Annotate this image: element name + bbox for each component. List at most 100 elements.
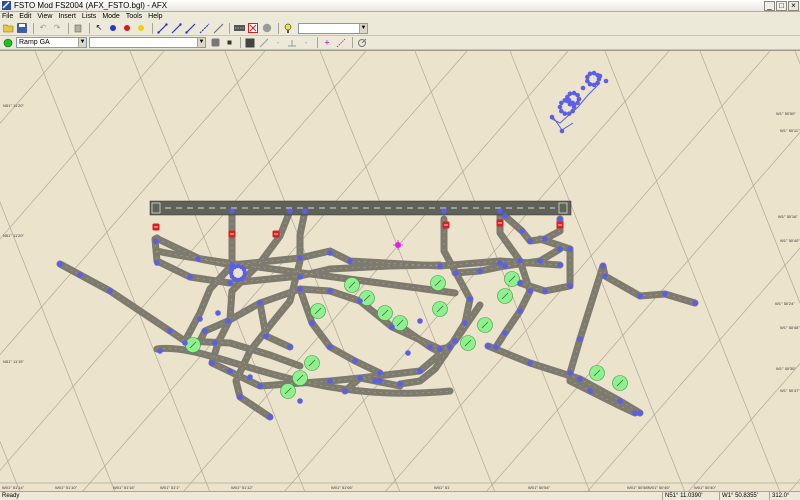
close-button[interactable]: ×: [788, 1, 799, 11]
lon-label: W01° 51'16": [113, 485, 136, 490]
chevron-down-icon[interactable]: ▼: [197, 38, 205, 47]
select-arrow-icon[interactable]: ↖: [93, 22, 105, 34]
dash-icon[interactable]: -: [272, 37, 284, 49]
taxi-node: [342, 388, 348, 394]
taxi-node: [497, 208, 503, 214]
taxi-node: [497, 260, 503, 266]
layer-combo[interactable]: ▼: [298, 22, 368, 34]
undo-icon[interactable]: ↶: [37, 22, 49, 34]
link-tool-2-icon[interactable]: [170, 22, 182, 34]
taxi-node: [212, 340, 218, 346]
lat-label: N51° 11'15": [3, 359, 24, 364]
grid-line: [789, 478, 800, 491]
taxi-node: [557, 246, 563, 252]
taxi-node: [502, 263, 508, 269]
taxi-node: [287, 344, 293, 350]
chevron-down-icon[interactable]: ▼: [78, 38, 86, 47]
menu-mode[interactable]: Mode: [102, 12, 120, 21]
taxi-node: [154, 260, 160, 266]
taxi-node: [57, 261, 63, 267]
airport-layout-map[interactable]: [0, 51, 800, 491]
dash-icon-2[interactable]: -: [300, 37, 312, 49]
maximize-button[interactable]: □: [776, 1, 787, 11]
helipad-node: [571, 102, 577, 108]
add-node-red-icon[interactable]: [121, 22, 133, 34]
lon-label: W01° 51'14": [2, 485, 25, 490]
taxiway-segment: [576, 262, 607, 343]
add-point-icon[interactable]: +: [321, 37, 333, 49]
small-square-icon[interactable]: [223, 37, 235, 49]
rotate-tool-icon[interactable]: [356, 37, 368, 49]
redo-icon[interactable]: ↷: [51, 22, 63, 34]
lon-label: W1° 50'50": [776, 111, 796, 116]
lon-label: W1° 50'47": [780, 388, 800, 393]
taxi-node: [352, 358, 358, 364]
taxi-node: [557, 262, 563, 268]
menu-edit[interactable]: Edit: [19, 12, 31, 21]
taxi-node: [227, 368, 233, 374]
grid-line: [183, 51, 569, 491]
dark-square-icon[interactable]: [244, 37, 256, 49]
taxi-node: [600, 263, 606, 269]
menu-insert[interactable]: Insert: [58, 12, 76, 21]
taxi-node: [427, 344, 433, 350]
lightbulb-icon[interactable]: [282, 22, 294, 34]
minimize-button[interactable]: _: [764, 1, 775, 11]
chevron-down-icon[interactable]: ▼: [359, 23, 367, 33]
lon-label: W01° 50'58": [627, 485, 650, 490]
status-bar: Ready N51° 11.0390' W1° 50.8355' 312.0°: [0, 491, 800, 500]
save-icon[interactable]: [16, 22, 28, 34]
menu-lists[interactable]: Lists: [82, 12, 96, 21]
taxi-node: [577, 376, 583, 382]
add-node-yellow-icon[interactable]: [135, 22, 147, 34]
menu-view[interactable]: View: [37, 12, 52, 21]
taxi-node: [347, 258, 353, 264]
taxiway-segment: [599, 262, 699, 307]
taxi-node: [153, 238, 159, 244]
taxi-node: [237, 394, 243, 400]
taxi-node: [517, 280, 523, 286]
menu-file[interactable]: File: [2, 12, 13, 21]
taxi-node: [297, 286, 303, 292]
grid-line: [486, 131, 800, 491]
taxi-node: [372, 378, 378, 384]
map-canvas[interactable]: N51° 11'20" N51° 11'20" N51° 11'15" W1° …: [0, 50, 800, 491]
grid-line: [385, 51, 771, 491]
turning-pad-node: [241, 267, 247, 272]
link-tool-1-icon[interactable]: [156, 22, 168, 34]
menu-tools[interactable]: Tools: [126, 12, 142, 21]
grid-line: [509, 51, 685, 491]
lon-label: W01° 50'54": [528, 485, 551, 490]
name-select[interactable]: ▼: [89, 37, 206, 48]
status-text: Ready: [2, 493, 20, 499]
taxi-node: [632, 410, 638, 416]
runway-tool-icon[interactable]: [233, 22, 245, 34]
grey-square-icon[interactable]: [209, 37, 221, 49]
link-points-icon[interactable]: [335, 37, 347, 49]
taxi-node: [327, 250, 333, 256]
link-tool-3-icon[interactable]: [184, 22, 196, 34]
taxi-node: [297, 398, 303, 404]
taxi-node: [602, 273, 608, 279]
menu-bar: File Edit View Insert Lists Mode Tools H…: [0, 12, 800, 21]
bin-icon[interactable]: [72, 22, 84, 34]
lat-label: N51° 11'20": [3, 233, 24, 238]
taxi-node: [453, 270, 459, 276]
taxi-node: [297, 255, 303, 261]
open-folder-icon[interactable]: [2, 22, 14, 34]
taxiway-segment: [501, 212, 564, 245]
ramp-type-select[interactable]: Ramp GA ▼: [16, 37, 87, 48]
link-tool-4-icon[interactable]: [198, 22, 210, 34]
lon-label: W01° 51'06": [331, 485, 354, 490]
stop-tool-icon[interactable]: [261, 22, 273, 34]
draw-line-icon[interactable]: [258, 37, 270, 49]
grid-line: [587, 247, 800, 491]
delete-tool-icon[interactable]: [247, 22, 259, 34]
add-node-blue-icon[interactable]: [107, 22, 119, 34]
helipad-node: [597, 73, 603, 79]
lon-label: W01° 50'40": [694, 485, 717, 490]
link-tool-5-icon[interactable]: [212, 22, 224, 34]
helipad-node: [603, 78, 609, 84]
corner-icon[interactable]: [286, 37, 298, 49]
menu-help[interactable]: Help: [148, 12, 162, 21]
